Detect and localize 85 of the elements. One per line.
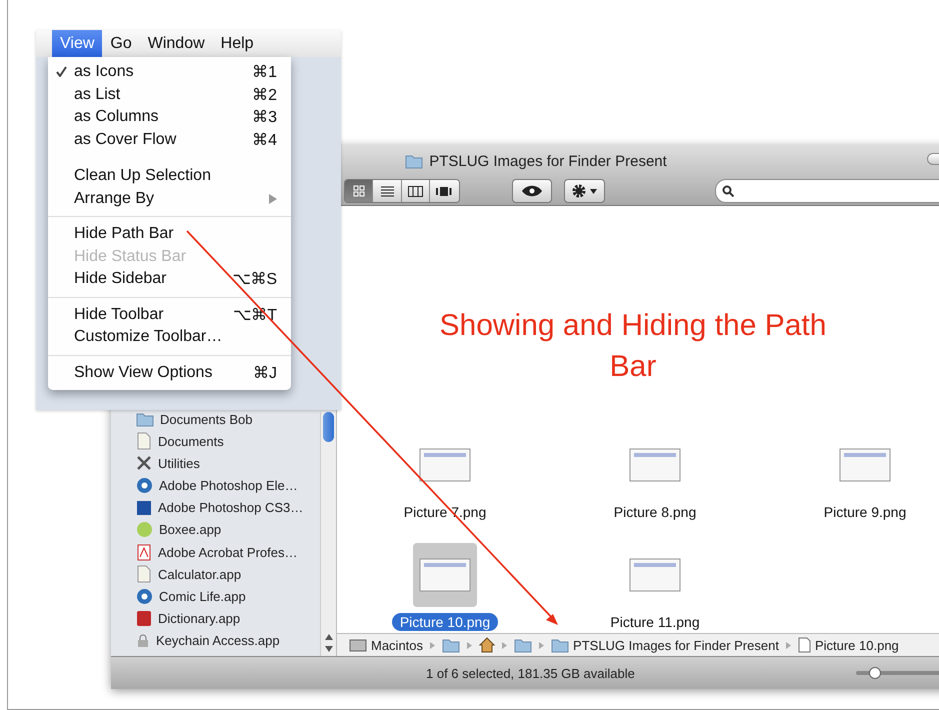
menu-item[interactable]: Clean Up Selection <box>48 165 291 188</box>
screenshot-thumbnail-icon <box>419 448 471 482</box>
path-item[interactable]: PTSLUG Images for Finder Present <box>573 638 779 652</box>
cover-flow-icon <box>436 186 452 196</box>
file-name[interactable]: Picture 9.png <box>816 503 914 521</box>
document-icon <box>798 637 811 653</box>
tools-icon <box>136 455 152 472</box>
menu-item[interactable]: as Icons ⌘1 <box>48 61 291 84</box>
path-separator-icon <box>539 642 544 648</box>
path-separator-icon <box>786 642 791 648</box>
view-mode-button[interactable] <box>373 180 402 202</box>
menu-item[interactable]: Customize Toolbar… <box>48 326 291 348</box>
path-separator-icon <box>430 642 436 648</box>
search-field[interactable] <box>714 179 939 203</box>
sidebar-item[interactable]: Comic Life.app <box>136 586 320 606</box>
menu-item[interactable]: as Columns ⌘3 <box>48 106 291 128</box>
lock-icon <box>136 634 150 648</box>
screenshot-thumbnail-icon <box>419 558 471 592</box>
menu-title[interactable]: Window <box>140 30 213 57</box>
path-separator-icon <box>502 642 508 648</box>
slider-thumb[interactable] <box>869 667 881 679</box>
scroll-down-icon[interactable] <box>324 646 332 652</box>
sidebar-item[interactable]: Documents Bob <box>136 409 320 429</box>
quick-look-button[interactable] <box>512 179 552 203</box>
menu-item[interactable]: as List ⌘2 <box>48 84 291 106</box>
action-button[interactable] <box>564 179 605 203</box>
view-mode-control[interactable] <box>344 179 460 203</box>
path-item[interactable]: Macintos <box>371 638 424 652</box>
scroll-thumb[interactable] <box>323 412 334 442</box>
sidebar-item[interactable]: Boxee.app <box>136 520 320 540</box>
checkmark-icon <box>56 66 67 78</box>
folder-icon <box>405 154 424 168</box>
round-app-icon <box>136 588 153 605</box>
search-icon <box>722 185 734 197</box>
menu-title[interactable]: View <box>52 30 102 57</box>
file-name[interactable]: Picture 7.png <box>396 503 494 521</box>
round-app-icon <box>136 521 153 538</box>
menu-item[interactable]: Hide Sidebar ⌥⌘S <box>48 268 291 290</box>
scroll-bar[interactable] <box>320 412 336 656</box>
eye-icon <box>520 185 543 197</box>
sidebar-item[interactable]: Documents <box>136 431 320 452</box>
menu-title[interactable]: Go <box>102 30 140 57</box>
sidebar-item[interactable]: Calculator.app <box>136 564 320 584</box>
menu-title[interactable]: Help <box>212 30 262 57</box>
house-icon <box>479 637 496 653</box>
list-icon <box>380 186 394 196</box>
sidebar-item[interactable]: Adobe Photoshop Ele… <box>136 476 320 496</box>
sidebar-item[interactable]: Utilities <box>136 453 320 474</box>
sidebar-item[interactable]: Keychain Access.app <box>136 630 320 651</box>
menu-item[interactable]: as Cover Flow ⌘4 <box>48 128 291 151</box>
caret-icon <box>590 188 598 194</box>
menu-item[interactable]: Show View Options ⌘J <box>48 362 291 384</box>
sidebar-item[interactable]: Adobe Acrobat Profes… <box>136 542 320 562</box>
square-app-icon <box>136 500 152 516</box>
view-mode-button[interactable] <box>430 180 459 202</box>
image-thumbnail[interactable] <box>413 543 477 607</box>
round-app-icon <box>136 477 153 494</box>
slide-heading: Showing and Hiding the Path Bar <box>438 308 828 385</box>
document-icon <box>136 565 152 584</box>
status-text: 1 of 6 selected, 181.35 GB available <box>426 666 635 680</box>
window-title: PTSLUG Images for Finder Present <box>429 152 667 170</box>
folder-icon <box>442 638 460 652</box>
scroll-up-icon[interactable] <box>324 634 332 640</box>
view-mode-button[interactable] <box>402 180 430 202</box>
submenu-arrow-icon <box>269 194 277 204</box>
menu-item[interactable]: Arrange By <box>48 188 291 210</box>
file-name[interactable]: Picture 11.png <box>602 613 708 631</box>
folder-icon <box>551 638 570 652</box>
columns-icon <box>408 186 424 196</box>
screenshot-thumbnail-icon <box>629 558 681 592</box>
sidebar-item[interactable]: Dictionary.app <box>136 608 320 629</box>
document-icon <box>136 544 152 561</box>
path-item[interactable]: Picture 10.png <box>814 638 899 652</box>
path-separator-icon <box>467 642 472 648</box>
file-name[interactable]: Picture 10.png <box>392 613 498 631</box>
sidebar-item[interactable]: Adobe Photoshop CS3… <box>136 498 320 518</box>
gear-icon <box>571 183 588 199</box>
book-icon <box>136 610 152 628</box>
file-name[interactable]: Picture 8.png <box>606 503 704 521</box>
screenshot-thumbnail-icon <box>839 448 891 482</box>
menu-item[interactable]: Hide Path Bar <box>48 223 291 246</box>
folder-icon <box>514 638 532 652</box>
grid-icon <box>352 185 365 197</box>
document-icon <box>136 432 152 450</box>
screenshot-thumbnail-icon <box>629 448 681 482</box>
